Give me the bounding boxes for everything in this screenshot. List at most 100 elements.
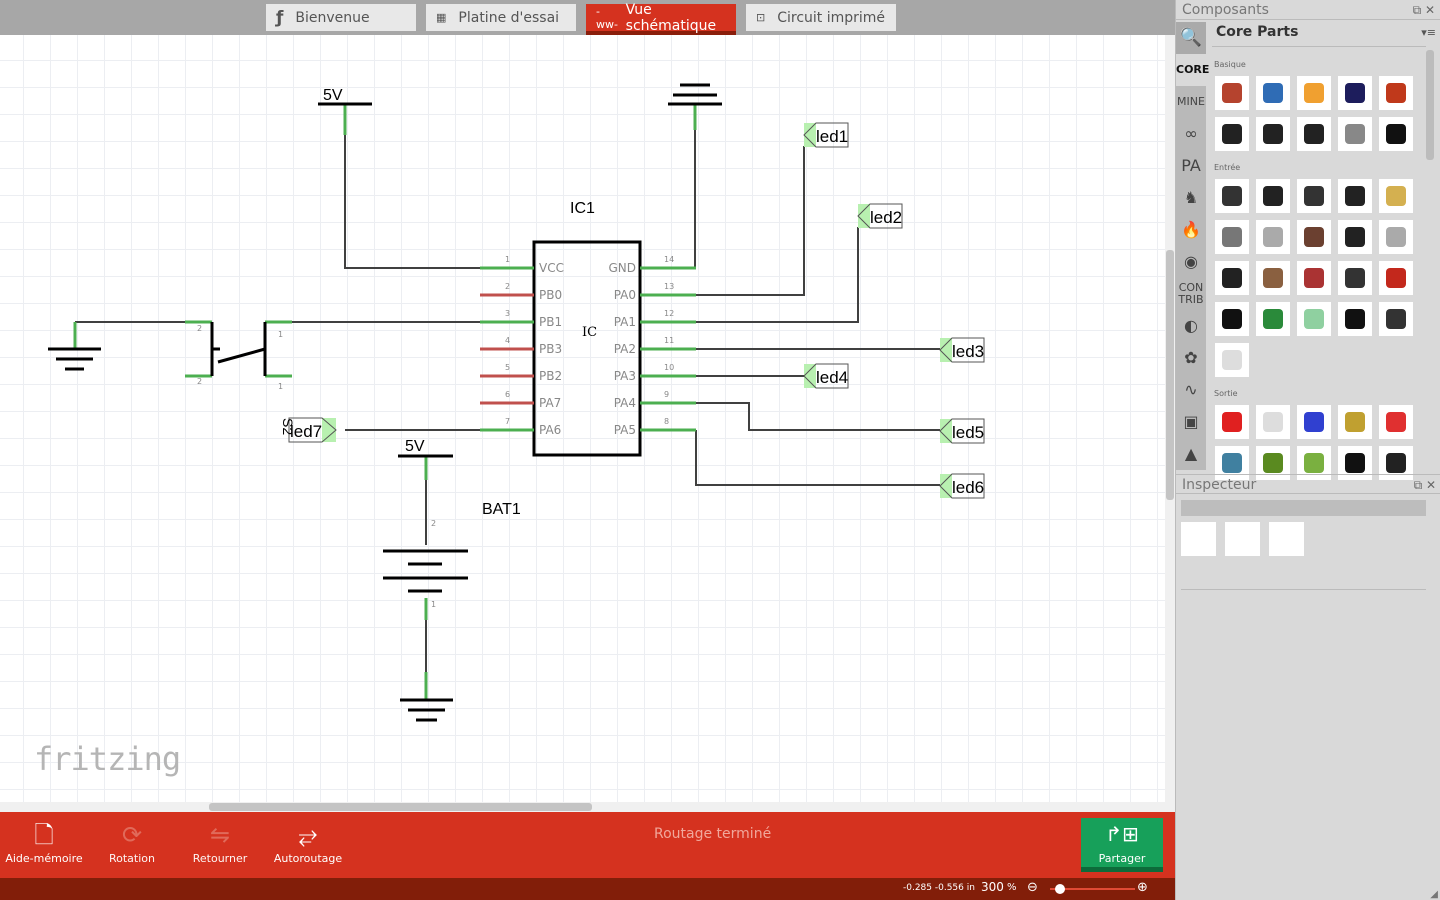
search-icon[interactable]: 🔍 <box>1176 22 1206 54</box>
part-board[interactable] <box>1256 302 1290 336</box>
part-dip-switch[interactable] <box>1338 179 1372 213</box>
bin-sparkfun[interactable]: 🔥 <box>1176 214 1206 246</box>
part-diode[interactable] <box>1215 117 1249 151</box>
schematic-canvas[interactable]: 1 VCC 2 PB0 3 PB1 4 PB3 5 PB2 6 PA7 7 PA6 14 GND 13 PA0 12… <box>0 35 1165 802</box>
net-label-led5[interactable]: led5 <box>939 418 985 444</box>
fsr-icon <box>1222 268 1242 288</box>
part-dht-sensor[interactable] <box>1215 343 1249 377</box>
pin-number: 14 <box>664 255 674 264</box>
part-flex-sensor[interactable] <box>1256 261 1290 295</box>
float-close-icons[interactable]: ⧉ ✕ <box>1413 0 1435 20</box>
part-rfid[interactable] <box>1379 302 1413 336</box>
pin-number: 12 <box>664 309 674 318</box>
part-red-led[interactable] <box>1215 405 1249 439</box>
resize-grip[interactable]: ◢ <box>1430 889 1438 900</box>
net-label-led4[interactable]: led4 <box>803 363 849 389</box>
bin-con-trib[interactable]: CON TRIB <box>1176 278 1206 310</box>
zoom-slider-handle[interactable] <box>1055 884 1065 894</box>
toggle-switch-icon <box>1345 227 1365 247</box>
float-close-icons[interactable]: ⧉ ✕ <box>1414 475 1436 495</box>
bin-analog[interactable]: ∿ <box>1176 374 1206 406</box>
part-piezo[interactable] <box>1379 179 1413 213</box>
led-matrix-icon <box>1222 453 1242 473</box>
part-npn-transistor[interactable] <box>1297 117 1331 151</box>
vertical-scrollbar[interactable] <box>1165 35 1175 812</box>
part-rotary-encoder[interactable] <box>1215 220 1249 254</box>
bin-seeed[interactable]: ♞ <box>1176 182 1206 214</box>
parts-scrollbar[interactable] <box>1426 50 1434 160</box>
part-power-led[interactable] <box>1338 405 1372 439</box>
flip-icon: ⇋ <box>209 821 231 849</box>
part-tilt-switch[interactable] <box>1379 220 1413 254</box>
part-microphone[interactable] <box>1338 302 1372 336</box>
notes-button[interactable]: 🗋 Aide-mémoire <box>0 818 88 865</box>
part-accelerometer[interactable] <box>1379 261 1413 295</box>
part-reed[interactable] <box>1297 302 1331 336</box>
net-label-text: led4 <box>816 368 848 387</box>
bin-dfrobot[interactable]: ◐ <box>1176 310 1206 342</box>
tab-schematic[interactable]: -ww- Vue schématique <box>586 2 736 35</box>
part-slide-switch[interactable] <box>1297 179 1331 213</box>
flip-button[interactable]: ⇋ Retourner <box>176 818 264 865</box>
pin-name: PB1 <box>539 315 562 329</box>
slide-potentiometer-icon <box>1263 186 1283 206</box>
part-toggle-switch[interactable] <box>1338 220 1372 254</box>
bin-scroll[interactable]: ▲ <box>1176 438 1206 470</box>
bin-pa[interactable]: PA <box>1176 150 1206 182</box>
part-rgb-led[interactable] <box>1256 405 1290 439</box>
zoom-out-icon[interactable]: ⊖ <box>1027 880 1038 895</box>
part-distance-sensor[interactable] <box>1338 261 1372 295</box>
part-pushbutton[interactable] <box>1297 220 1331 254</box>
rotate-icon: ⟳ <box>121 821 143 849</box>
tab-pcb[interactable]: ⊡ Circuit imprimé <box>746 4 896 31</box>
part-resistor[interactable] <box>1215 76 1249 110</box>
bin-mine[interactable]: MINE <box>1176 86 1206 118</box>
part-inductor[interactable] <box>1379 76 1413 110</box>
part-slide-potentiometer[interactable] <box>1256 179 1290 213</box>
tab-breadboard[interactable]: ▦ Platine d'essai <box>426 4 576 31</box>
bin-menu-icon[interactable]: ▾≡ <box>1421 26 1436 39</box>
pin-name: GND <box>608 261 636 275</box>
part-fet-p[interactable] <box>1338 117 1372 151</box>
part-potentiometer[interactable] <box>1215 179 1249 213</box>
zoom-slider[interactable] <box>1050 884 1135 894</box>
power-label-5v: 5V <box>323 87 343 104</box>
pin-name: PA2 <box>614 342 636 356</box>
net-label-led1[interactable]: led1 <box>803 122 849 148</box>
bin-arduino[interactable]: ∞ <box>1176 118 1206 150</box>
pin-number: 13 <box>664 282 674 291</box>
part-photocell[interactable] <box>1297 261 1331 295</box>
net-label-led2[interactable]: led2 <box>857 203 903 229</box>
inspector-title-field <box>1181 500 1426 516</box>
part-fsr[interactable] <box>1215 261 1249 295</box>
part-ceramic-capacitor[interactable] <box>1256 76 1290 110</box>
bin-intel[interactable]: ▣ <box>1176 406 1206 438</box>
part-mystery-part[interactable] <box>1379 117 1413 151</box>
electrolytic-capacitor-icon <box>1345 83 1365 103</box>
inspector-image-pcb <box>1269 522 1304 556</box>
net-label-led6[interactable]: led6 <box>939 473 985 499</box>
pin-number: 10 <box>664 363 674 372</box>
view-tabs-bar: ƒ Bienvenue ▦ Platine d'essai -ww- Vue sché… <box>0 0 1175 35</box>
part-reed-switch[interactable] <box>1256 220 1290 254</box>
rotate-button[interactable]: ⟳ Rotation <box>88 818 176 865</box>
part-temperature-sensor[interactable] <box>1215 302 1249 336</box>
routing-status: Routage terminé <box>654 826 772 842</box>
zoom-value[interactable]: 300 <box>981 880 1004 894</box>
horizontal-scrollbar[interactable] <box>0 802 1165 812</box>
schematic-drawing[interactable]: 1VCC2PB03PB14PB35PB26PA77PA614GND13PA012… <box>0 35 1165 802</box>
autoroute-button[interactable]: ⥂ Autoroutage <box>264 818 352 865</box>
part-electrolytic-capacitor[interactable] <box>1338 76 1372 110</box>
zoom-in-icon[interactable]: ⊕ <box>1137 880 1148 895</box>
bin-core[interactable]: CORE <box>1176 54 1209 86</box>
tab-welcome[interactable]: ƒ Bienvenue <box>266 4 416 31</box>
part-pnp-transistor[interactable] <box>1256 117 1290 151</box>
part-seven-segment[interactable] <box>1379 405 1413 439</box>
net-label-led3[interactable]: led3 <box>939 337 985 363</box>
part-blue-led[interactable] <box>1297 405 1331 439</box>
part-tantalum-capacitor[interactable] <box>1297 76 1331 110</box>
bin-lilypad[interactable]: ✿ <box>1176 342 1206 374</box>
diode-icon <box>1222 124 1242 144</box>
share-button[interactable]: ↱⊞ Partager <box>1081 818 1163 872</box>
bin-snootlab[interactable]: ◉ <box>1176 246 1206 278</box>
